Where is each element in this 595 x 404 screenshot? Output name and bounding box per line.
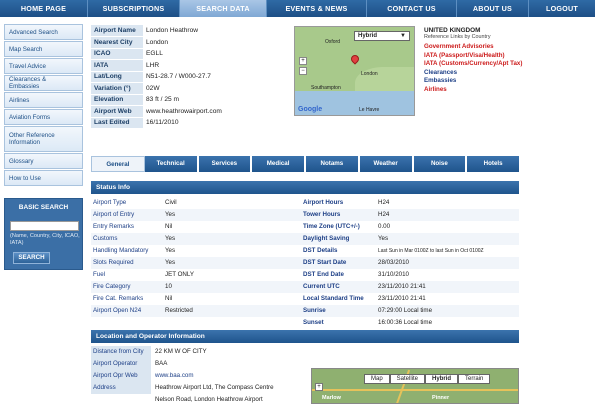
nav-events-news[interactable]: EVENTS & NEWS (267, 0, 367, 17)
airport-row-web: Airport Web www.heathrowairport.com (91, 105, 291, 118)
status-row: Airport of Entry Yes Tower Hours H24 (91, 209, 519, 221)
airport-row-latlong: Lat/Long N51-28.7 / W000-27.7 (91, 71, 291, 83)
nav-about-us[interactable]: ABOUT US (457, 0, 529, 17)
sidebar-item-aviation-forms[interactable]: Aviation Forms (4, 109, 83, 125)
sidebar-item-map-search[interactable]: Map Search (4, 41, 83, 57)
link-airlines[interactable]: Airlines (424, 86, 549, 95)
operator-web-link[interactable]: www.baa.com (151, 370, 301, 382)
location-row: Airport Opr Web www.baa.com (91, 370, 301, 382)
basic-search-input[interactable] (10, 221, 79, 231)
tab-general[interactable]: General (91, 156, 145, 172)
location-map[interactable]: + Map Satellite Hybrid Terrain Marlow Pi… (311, 368, 519, 404)
airport-map[interactable]: + − Oxford London Southampton Le Havre H… (294, 26, 415, 116)
map-label: Oxford (325, 39, 341, 45)
airport-row-edited: Last Edited 16/11/2010 (91, 117, 291, 129)
sidebar-item-glossary[interactable]: Glossary (4, 153, 83, 169)
zoom-in-button[interactable]: + (299, 57, 307, 65)
country-links: UNITED KINGDOM Reference Links by Countr… (424, 27, 549, 94)
search-button[interactable]: SEARCH (13, 252, 50, 264)
map-label: Southampton (311, 85, 341, 91)
map-zoom-control[interactable]: + − (299, 57, 307, 87)
sidebar-item-airlines[interactable]: Airlines (4, 92, 83, 108)
link-government-advisories[interactable]: Government Advisories (424, 43, 549, 52)
map-type-buttons: Map Satellite Hybrid Terrain (364, 374, 491, 384)
tab-services[interactable]: Services (198, 156, 253, 172)
map-label: Pinner (432, 395, 450, 401)
airport-row-elevation: Elevation 83 ft / 25 m (91, 94, 291, 106)
map-label: Marlow (322, 395, 341, 401)
nav-home[interactable]: HOME PAGE (0, 0, 88, 17)
link-embassies[interactable]: Embassies (424, 77, 549, 86)
link-clearances[interactable]: Clearances (424, 69, 549, 78)
zoom-in-button[interactable]: + (315, 383, 323, 391)
status-row: Handling Mandatory Yes DST Details Last Sun… (91, 245, 519, 257)
airport-row-city: Nearest City London (91, 36, 291, 49)
location-row: Airport Operator BAA (91, 358, 301, 370)
status-info-header: Status Info (91, 181, 519, 194)
airport-row-icao: ICAO EGLL (91, 48, 291, 60)
map-button-terrain[interactable]: Terrain (458, 374, 491, 384)
location-table: Distance from City 22 KM W OF CITY Airpor… (91, 346, 301, 404)
nav-contact-us[interactable]: CONTACT US (367, 0, 457, 17)
map-label: Le Havre (359, 107, 380, 113)
basic-search-panel: BASIC SEARCH (Name, Country, City, ICAO,… (4, 198, 83, 270)
airport-row-iata: IATA LHR (91, 59, 291, 72)
nav-subscriptions[interactable]: SUBSCRIPTIONS (88, 0, 180, 17)
location-row: Distance from City 22 KM W OF CITY (91, 346, 301, 358)
map-road (312, 389, 518, 391)
map-button-map[interactable]: Map (364, 374, 390, 384)
status-row: Fuel JET ONLY DST End Date 31/10/2010 (91, 269, 519, 281)
basic-search-title: BASIC SEARCH (18, 204, 69, 211)
airport-info-table: Airport Name London Heathrow Nearest City… (91, 25, 291, 129)
link-iata-customs[interactable]: IATA (Customs/Currency/Apt Tax) (424, 60, 549, 69)
tab-hotels[interactable]: Hotels (467, 156, 519, 172)
top-nav: HOME PAGE SUBSCRIPTIONS SEARCH DATA EVEN… (0, 0, 595, 17)
map-button-satellite[interactable]: Satellite (389, 374, 426, 384)
basic-search-hint: (Name, Country, City, ICAO, IATA) (10, 233, 80, 246)
reference-hint: Reference Links by Country (424, 34, 491, 40)
airport-pin-icon[interactable] (349, 53, 361, 65)
status-row: Airport Type Civil Airport Hours H24 (91, 197, 519, 209)
status-row: Sunset 16:00:36 Local time (91, 317, 519, 329)
nav-logout[interactable]: LOGOUT (529, 0, 595, 17)
tab-noise[interactable]: Noise (413, 156, 468, 172)
country-name: UNITED KINGDOM (424, 27, 481, 34)
status-row: Fire Category 10 Current UTC 23/11/2010 21:… (91, 281, 519, 293)
status-row: Airport Open N24 Restricted Sunrise 07:29:0… (91, 305, 519, 317)
location-row: Address Heathrow Airport Ltd, The Compass… (91, 382, 301, 394)
tab-medical[interactable]: Medical (252, 156, 306, 172)
airport-web-link[interactable]: www.heathrowairport.com (143, 105, 291, 118)
sidebar: Advanced Search Map Search Travel Advice… (4, 24, 83, 187)
tab-notams[interactable]: Notams (306, 156, 360, 172)
map-type-select[interactable]: Hybrid ▼ (354, 31, 410, 41)
status-row: Customs Yes Daylight Saving Yes (91, 233, 519, 245)
sidebar-item-advanced-search[interactable]: Advanced Search (4, 24, 83, 40)
location-header: Location and Operator Information (91, 330, 519, 343)
chevron-down-icon: ▼ (400, 33, 406, 39)
tab-weather[interactable]: Weather (359, 156, 414, 172)
location-row: Nelson Road, London Heathrow Airport (91, 394, 301, 404)
status-row: Fire Cat. Remarks Nil Local Standard Time 2… (91, 293, 519, 305)
sidebar-item-clearances[interactable]: Clearances & Embassies (4, 75, 83, 91)
detail-tabs: General Technical Services Medical Notam… (91, 156, 519, 172)
link-iata-passport[interactable]: IATA (Passport/Visa/Health) (424, 52, 549, 61)
airport-row-variation: Variation (°) 02W (91, 82, 291, 95)
status-row: Entry Remarks Nil Time Zone (UTC+/-) 0.00 (91, 221, 519, 233)
airport-row-name: Airport Name London Heathrow (91, 25, 291, 37)
zoom-out-button[interactable]: − (299, 67, 307, 75)
map-button-hybrid[interactable]: Hybrid (425, 374, 459, 384)
sidebar-item-travel-advice[interactable]: Travel Advice (4, 58, 83, 74)
status-info-grid: Airport Type Civil Airport Hours H24 Airpor… (91, 197, 519, 329)
sidebar-item-other-reference[interactable]: Other Reference Information (4, 126, 83, 152)
tab-technical[interactable]: Technical (144, 156, 199, 172)
sidebar-item-how-to-use[interactable]: How to Use (4, 170, 83, 186)
status-row: Slots Required Yes DST Start Date 28/03/201… (91, 257, 519, 269)
nav-search-data[interactable]: SEARCH DATA (180, 0, 267, 17)
google-logo: Google (298, 106, 323, 113)
map-label: London (361, 71, 378, 77)
